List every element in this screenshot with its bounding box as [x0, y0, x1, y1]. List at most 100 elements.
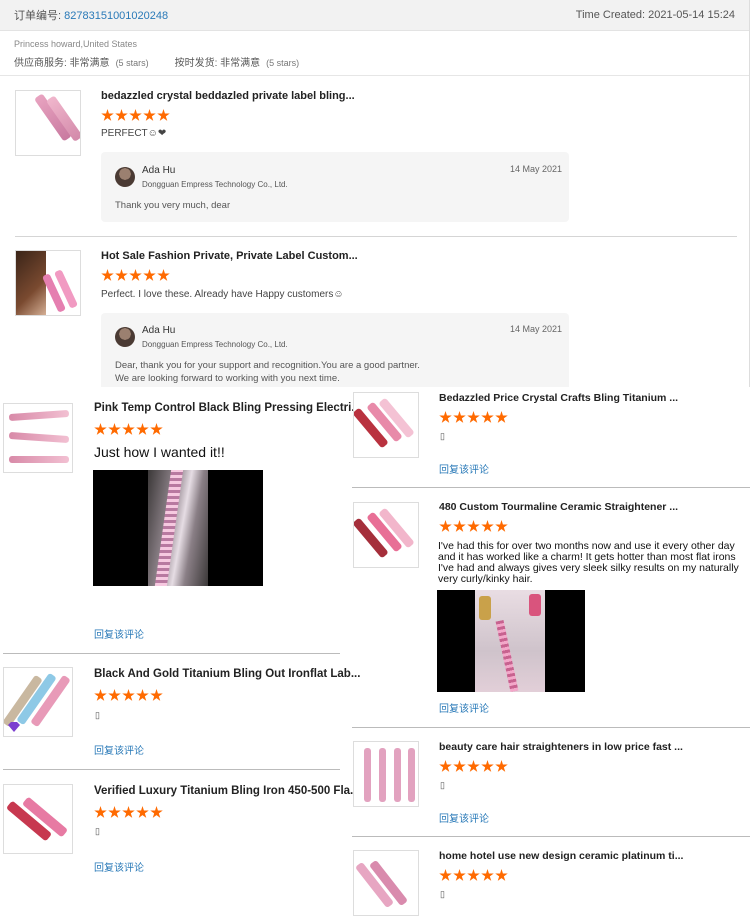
rating-stars	[439, 760, 508, 773]
star-icon	[129, 269, 142, 281]
product-title[interactable]: Black And Gold Titanium Bling Out Ironfl…	[94, 668, 360, 680]
order-number-group: 订单编号: 82783151001020248	[14, 7, 168, 23]
star-icon	[136, 423, 149, 435]
bottle-image	[529, 594, 541, 616]
avatar	[115, 327, 135, 347]
rating-stars	[101, 109, 170, 122]
order-number-label: 订单编号:	[14, 10, 62, 22]
product-thumbnail[interactable]	[15, 90, 81, 156]
replier-company: Dongguan Empress Technology Co., Ltd.	[142, 340, 288, 349]
supplier-service-stars: (5 stars)	[115, 58, 149, 68]
product-title[interactable]: Bedazzled Price Crystal Crafts Bling Tit…	[439, 392, 678, 404]
reply-comment-link[interactable]: 回复该评论	[94, 742, 144, 757]
star-icon	[157, 269, 170, 281]
star-icon	[108, 806, 121, 818]
product-thumbnail[interactable]	[15, 250, 81, 316]
replier-name: Ada Hu	[142, 325, 176, 336]
product-title[interactable]: home hotel use new design ceramic platin…	[439, 850, 683, 862]
buyer-location: Princess howard,United States	[14, 39, 138, 49]
product-thumbnail[interactable]	[3, 667, 73, 737]
star-icon	[481, 520, 494, 532]
star-icon	[481, 411, 494, 423]
avatar	[115, 167, 135, 187]
review-text: I've had this for over two months now an…	[438, 541, 740, 585]
star-icon	[453, 869, 466, 881]
review-text: ▯	[95, 710, 100, 720]
star-icon	[439, 411, 452, 423]
reply-date: 14 May 2021	[510, 164, 563, 174]
product-title[interactable]: beauty care hair straighteners in low pr…	[439, 741, 683, 753]
time-created: Time Created: 2021-05-14 15:24	[575, 9, 735, 21]
star-icon	[453, 760, 466, 772]
rating-stars	[439, 520, 508, 533]
review-text: ▯	[95, 826, 100, 836]
star-icon	[495, 760, 508, 772]
review-product-title[interactable]: Hot Sale Fashion Private, Private Label …	[101, 250, 358, 262]
seller-reply: Ada Hu Dongguan Empress Technology Co., …	[101, 152, 569, 222]
rating-stars	[94, 806, 163, 819]
star-icon	[108, 423, 121, 435]
rating-stars	[439, 411, 508, 424]
supplier-service-rating: 供应商服务: 非常满意 (5 stars)	[14, 54, 149, 69]
star-icon	[439, 760, 452, 772]
reply-date: 14 May 2021	[510, 324, 563, 334]
product-title[interactable]: Pink Temp Control Black Bling Pressing E…	[94, 402, 361, 414]
product-thumbnail[interactable]	[353, 850, 419, 916]
star-icon	[143, 269, 156, 281]
product-thumbnail[interactable]	[353, 502, 419, 568]
product-thumbnail[interactable]	[353, 392, 419, 458]
star-icon	[143, 109, 156, 121]
review-text: PERFECT☺❤	[101, 128, 167, 139]
reply-comment-link[interactable]: 回复该评论	[439, 461, 489, 476]
star-icon	[439, 520, 452, 532]
star-icon	[129, 109, 142, 121]
star-icon	[453, 520, 466, 532]
product-title[interactable]: 480 Custom Tourmaline Ceramic Straighten…	[439, 501, 678, 513]
star-icon	[101, 269, 114, 281]
reply-text: Dear, thank you for your support and rec…	[115, 360, 420, 371]
star-icon	[150, 689, 163, 701]
star-icon	[495, 411, 508, 423]
star-icon	[467, 760, 480, 772]
review-video[interactable]	[93, 470, 263, 586]
product-thumbnail[interactable]	[3, 784, 73, 854]
star-icon	[157, 109, 170, 121]
product-thumbnail[interactable]	[3, 403, 73, 473]
star-icon	[495, 520, 508, 532]
reply-comment-link[interactable]: 回复该评论	[439, 700, 489, 715]
seller-ratings: 供应商服务: 非常满意 (5 stars) 按时发货: 非常满意 (5 stars)	[0, 49, 749, 69]
order-number-link[interactable]: 82783151001020248	[64, 10, 168, 22]
star-icon	[439, 869, 452, 881]
review-text: ▯	[440, 431, 445, 441]
star-icon	[150, 423, 163, 435]
review-product-title[interactable]: bedazzled crystal beddazled private labe…	[101, 90, 355, 102]
order-header: 订单编号: 82783151001020248 Time Created: 20…	[0, 0, 749, 31]
rating-stars	[439, 869, 508, 882]
star-icon	[122, 806, 135, 818]
review-text: ▯	[440, 889, 445, 899]
rating-stars	[94, 689, 163, 702]
reply-comment-link[interactable]: 回复该评论	[94, 859, 144, 874]
rating-stars	[101, 269, 170, 282]
divider	[3, 653, 340, 654]
replier-company: Dongguan Empress Technology Co., Ltd.	[142, 180, 288, 189]
star-icon	[481, 760, 494, 772]
divider	[352, 487, 750, 488]
reply-comment-link[interactable]: 回复该评论	[94, 626, 144, 641]
star-icon	[115, 269, 128, 281]
reply-text: We are looking forward to working with y…	[115, 373, 340, 384]
review-video[interactable]	[437, 590, 585, 692]
star-icon	[467, 411, 480, 423]
diamond-icon	[8, 722, 20, 732]
reply-text: Thank you very much, dear	[115, 200, 231, 211]
star-icon	[453, 411, 466, 423]
review-text-line: very curly/kinky hair.	[438, 573, 533, 585]
ontime-label: 按时发货: 非常满意	[174, 58, 261, 69]
review-text: ▯	[440, 780, 445, 790]
reply-comment-link[interactable]: 回复该评论	[439, 810, 489, 825]
divider	[0, 75, 749, 76]
product-thumbnail[interactable]	[353, 741, 419, 807]
star-icon	[495, 869, 508, 881]
product-title[interactable]: Verified Luxury Titanium Bling Iron 450-…	[94, 785, 360, 797]
star-icon	[115, 109, 128, 121]
